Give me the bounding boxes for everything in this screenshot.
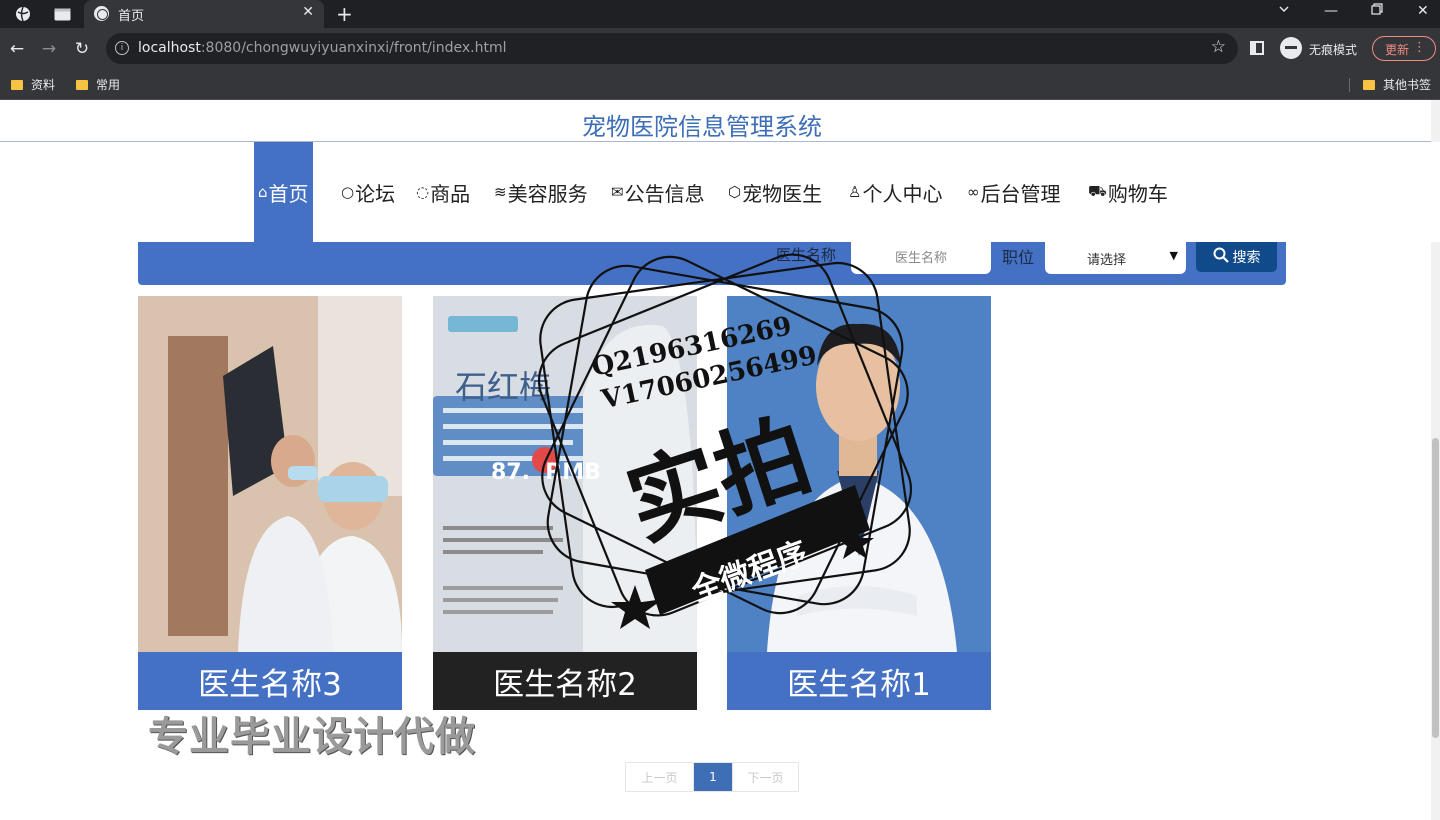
close-window-icon[interactable]: ✕ [1417,3,1429,19]
nav-item-admin[interactable]: ∞ 后台管理 [967,142,1061,242]
minimize-icon[interactable]: — [1324,3,1338,19]
doctor-photo[interactable] [138,296,402,652]
browser-tab-home[interactable]: 首页 ✕ [84,0,324,28]
site-header: 宠物医院信息管理系统 [0,100,1440,142]
tab-favicon-icon [94,6,109,21]
page-viewport: 宠物医院信息管理系统 ⌂ 首页 ○ 论坛 ◌ 商品 ≋ 美容服务 ✉ 公告信息 ⬡ 宠物医生… [0,100,1440,820]
folder-icon [11,79,23,90]
pagination: 上一页 1 下一页 [625,762,799,792]
doctor-name[interactable]: 医生名称3 [138,652,402,710]
nav-label: 首页 [268,181,309,206]
chevron-down-icon[interactable] [1278,3,1290,19]
bookmark-label: 资料 [31,78,56,92]
reload-icon[interactable]: ↻ [71,38,93,60]
scrollbar-thumb[interactable] [1432,438,1439,738]
update-button[interactable]: 更新 ⋮ [1372,36,1436,61]
bookmarks-bar: 资料 常用 其他书签 [0,70,1440,100]
search-icon [1213,247,1229,267]
incognito-label[interactable]: 无痕模式 [1309,41,1357,58]
tab-title: 首页 [118,9,145,24]
browser-toolbar: ← → ↻ i localhost:8080/chongwuyiyuanxinx… [0,28,1440,70]
address-bar[interactable]: i localhost:8080/chongwuyiyuanxinxi/fron… [106,33,1238,64]
doctor-card[interactable]: 医生名称3 [138,296,402,710]
bookmark-folder-changyong[interactable]: 常用 [76,76,120,93]
nav-item-beauty[interactable]: ≋ 美容服务 [494,142,588,242]
nav-item-cart[interactable]: ⛟ 购物车 [1088,142,1168,242]
folder-icon [76,79,88,90]
nav-label: 个人中心 [862,181,943,206]
watermark-text: 专业毕业设计代做 [148,714,476,760]
other-bookmarks[interactable]: 其他书签 [1363,76,1431,93]
link-icon: ∞ [967,183,980,201]
tab-search-icon[interactable] [52,4,72,24]
update-label: 更新 [1385,43,1410,57]
bookmark-divider [1349,78,1350,92]
browser-tab-bar: 首页 ✕ + — ✕ [0,0,1440,28]
nav-item-doctor[interactable]: ⬡ 宠物医生 [728,142,822,242]
forward-icon[interactable]: → [38,38,60,60]
nav-item-goods[interactable]: ◌ 商品 [416,142,470,242]
info-icon[interactable]: i [115,41,129,55]
page-number-button[interactable]: 1 [694,763,732,791]
nav-label: 论坛 [355,181,396,206]
nav-label: 公告信息 [624,181,705,206]
nav-item-notice[interactable]: ✉ 公告信息 [611,142,705,242]
prev-page-button[interactable]: 上一页 [626,763,694,791]
site-title: 宠物医院信息管理系统 [582,113,822,141]
bookmark-folder-ziliao[interactable]: 资料 [11,76,55,93]
nav-label: 宠物医生 [742,181,823,206]
main-navbar: ⌂ 首页 ○ 论坛 ◌ 商品 ≋ 美容服务 ✉ 公告信息 ⬡ 宠物医生 ♙ 个人中心 ∞ 后台管… [0,142,1440,242]
menu-dots-icon: ⋮ [1413,40,1426,55]
chat-bubble-icon: ○ [341,183,355,201]
mail-icon: ✉ [611,183,624,201]
doctor-name[interactable]: 医生名称1 [727,652,991,710]
chevron-down-icon: ▼ [1169,249,1178,262]
close-tab-icon[interactable]: ✕ [302,4,314,20]
position-select[interactable]: 请选择 ▼ [1045,242,1186,274]
position-selected-value: 请选择 [1087,253,1127,268]
nav-item-home[interactable]: ⌂ 首页 [254,142,313,242]
position-label: 职位 [1002,248,1035,267]
nav-label: 购物车 [1107,181,1168,206]
cube-icon: ⬡ [728,183,742,201]
search-button-label: 搜索 [1232,250,1261,266]
nav-label: 后台管理 [980,181,1061,206]
back-icon[interactable]: ← [6,38,28,60]
folder-icon [1363,79,1375,90]
restore-icon[interactable] [1371,3,1383,19]
bookmark-label: 常用 [96,78,121,92]
search-button[interactable]: 搜索 [1196,242,1277,272]
cart-icon: ⛟ [1088,182,1107,200]
nav-item-profile[interactable]: ♙ 个人中心 [848,142,942,242]
bookmark-label: 其他书签 [1383,78,1432,92]
layers-icon: ≋ [494,183,507,201]
url-text[interactable]: localhost:8080/chongwuyiyuanxinxi/front/… [138,40,507,56]
bookmark-star-icon[interactable]: ☆ [1211,37,1226,57]
nav-item-forum[interactable]: ○ 论坛 [341,142,395,242]
watermark-stamp: 实拍 全微程序 Q2196316269 V17060256499 [525,240,925,630]
new-tab-icon[interactable]: + [336,2,353,26]
globe-icon[interactable] [13,4,33,24]
side-panel-icon[interactable] [1250,41,1264,55]
palette-icon: ◌ [416,183,430,201]
nav-label: 商品 [430,181,471,206]
user-icon: ♙ [848,183,862,201]
home-icon: ⌂ [258,183,268,201]
nav-label: 美容服务 [507,181,588,206]
incognito-icon[interactable] [1280,37,1302,59]
next-page-button[interactable]: 下一页 [732,763,798,791]
doctor-name[interactable]: 医生名称2 [433,652,697,710]
